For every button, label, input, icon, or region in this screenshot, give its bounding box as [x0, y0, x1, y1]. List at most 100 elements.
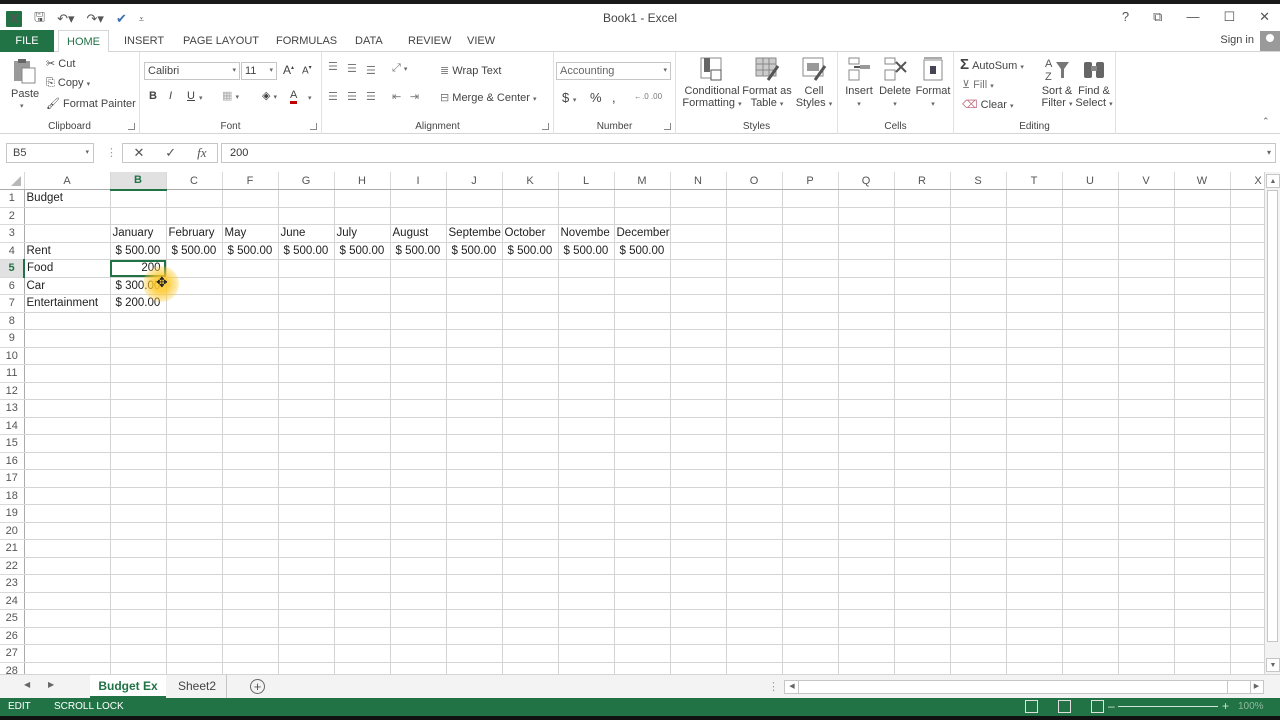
- column-header-n[interactable]: N: [670, 172, 727, 190]
- cell-l1[interactable]: [558, 189, 615, 208]
- row-header-7[interactable]: 7: [0, 294, 25, 313]
- cell-v15[interactable]: [1118, 434, 1175, 453]
- center-icon[interactable]: ☰: [347, 90, 357, 103]
- cell-w17[interactable]: [1174, 469, 1231, 488]
- cell-p7[interactable]: [782, 294, 839, 313]
- cell-j10[interactable]: [446, 347, 503, 365]
- cell-o9[interactable]: [726, 329, 783, 348]
- cell-q12[interactable]: [838, 382, 895, 400]
- column-header-f[interactable]: F: [222, 172, 279, 190]
- cell-b26[interactable]: [110, 627, 167, 645]
- cell-b28[interactable]: [110, 662, 167, 674]
- cell-p14[interactable]: [782, 417, 839, 435]
- row-header-5[interactable]: 5: [0, 259, 25, 278]
- cell-w19[interactable]: [1174, 504, 1231, 523]
- sheet-tab-budget-ex[interactable]: Budget Ex: [90, 675, 166, 698]
- cell-b22[interactable]: [110, 557, 167, 575]
- cell-c11[interactable]: [166, 364, 223, 383]
- cell-x6[interactable]: [1230, 277, 1264, 295]
- cell-q28[interactable]: [838, 662, 895, 674]
- collapse-ribbon-icon[interactable]: ⌃: [1262, 116, 1270, 127]
- cell-k14[interactable]: [502, 417, 559, 435]
- cell-f24[interactable]: [222, 592, 279, 610]
- cell-x17[interactable]: [1230, 469, 1264, 488]
- column-header-q[interactable]: Q: [838, 172, 895, 190]
- cell-a26[interactable]: [24, 627, 111, 645]
- cell-g14[interactable]: [278, 417, 335, 435]
- cell-r6[interactable]: [894, 277, 951, 295]
- column-header-h[interactable]: H: [334, 172, 391, 190]
- cell-i17[interactable]: [390, 469, 447, 488]
- cell-q11[interactable]: [838, 364, 895, 383]
- cell-i3[interactable]: August: [390, 224, 447, 243]
- insert-cells-button[interactable]: Insert ▾: [842, 56, 876, 116]
- cell-a8[interactable]: [24, 312, 111, 330]
- cell-o3[interactable]: [726, 224, 783, 243]
- row-header-25[interactable]: 25: [0, 609, 25, 628]
- cell-o19[interactable]: [726, 504, 783, 523]
- cell-b16[interactable]: [110, 452, 167, 470]
- cancel-entry-icon[interactable]: ✕: [133, 145, 144, 161]
- cell-q20[interactable]: [838, 522, 895, 540]
- cell-o17[interactable]: [726, 469, 783, 488]
- cell-p3[interactable]: [782, 224, 839, 243]
- cell-h4[interactable]: $ 500.00: [334, 242, 391, 260]
- cell-m16[interactable]: [614, 452, 671, 470]
- user-avatar-icon[interactable]: [1260, 31, 1280, 51]
- cell-j24[interactable]: [446, 592, 503, 610]
- cell-x12[interactable]: [1230, 382, 1264, 400]
- cell-x22[interactable]: [1230, 557, 1264, 575]
- help-icon[interactable]: ?: [1122, 9, 1129, 25]
- cell-t11[interactable]: [1006, 364, 1063, 383]
- prev-sheet-icon[interactable]: ◀: [24, 680, 30, 689]
- cell-h6[interactable]: [334, 277, 391, 295]
- cell-l15[interactable]: [558, 434, 615, 453]
- cell-l8[interactable]: [558, 312, 615, 330]
- cell-a2[interactable]: [24, 207, 111, 225]
- cell-g17[interactable]: [278, 469, 335, 488]
- cell-a3[interactable]: [24, 224, 111, 243]
- cell-l20[interactable]: [558, 522, 615, 540]
- cell-c14[interactable]: [166, 417, 223, 435]
- cell-s6[interactable]: [950, 277, 1007, 295]
- cell-a7[interactable]: Entertainment: [24, 294, 111, 313]
- cell-u5[interactable]: [1062, 259, 1119, 278]
- cell-r1[interactable]: [894, 189, 951, 208]
- cell-j11[interactable]: [446, 364, 503, 383]
- cell-s5[interactable]: [950, 259, 1007, 278]
- cell-m25[interactable]: [614, 609, 671, 628]
- cell-f19[interactable]: [222, 504, 279, 523]
- cell-o25[interactable]: [726, 609, 783, 628]
- cell-s24[interactable]: [950, 592, 1007, 610]
- cell-n14[interactable]: [670, 417, 727, 435]
- cell-a19[interactable]: [24, 504, 111, 523]
- cell-q22[interactable]: [838, 557, 895, 575]
- cell-t17[interactable]: [1006, 469, 1063, 488]
- cell-w23[interactable]: [1174, 574, 1231, 593]
- cell-w14[interactable]: [1174, 417, 1231, 435]
- cell-t26[interactable]: [1006, 627, 1063, 645]
- cell-t14[interactable]: [1006, 417, 1063, 435]
- cell-q18[interactable]: [838, 487, 895, 505]
- cell-j20[interactable]: [446, 522, 503, 540]
- cell-i7[interactable]: [390, 294, 447, 313]
- cell-h10[interactable]: [334, 347, 391, 365]
- cell-o7[interactable]: [726, 294, 783, 313]
- column-header-l[interactable]: L: [558, 172, 615, 190]
- cell-o6[interactable]: [726, 277, 783, 295]
- cell-o18[interactable]: [726, 487, 783, 505]
- insert-function-icon[interactable]: fx: [197, 145, 206, 161]
- cell-g2[interactable]: [278, 207, 335, 225]
- cell-h25[interactable]: [334, 609, 391, 628]
- cell-o10[interactable]: [726, 347, 783, 365]
- cell-k1[interactable]: [502, 189, 559, 208]
- comma-style-button[interactable]: ,: [612, 90, 616, 105]
- tab-formulas[interactable]: FORMULAS: [268, 30, 345, 52]
- cell-t13[interactable]: [1006, 399, 1063, 418]
- cell-p10[interactable]: [782, 347, 839, 365]
- cell-p28[interactable]: [782, 662, 839, 674]
- cell-f17[interactable]: [222, 469, 279, 488]
- cell-i22[interactable]: [390, 557, 447, 575]
- cell-r11[interactable]: [894, 364, 951, 383]
- next-sheet-icon[interactable]: ▶: [48, 680, 54, 689]
